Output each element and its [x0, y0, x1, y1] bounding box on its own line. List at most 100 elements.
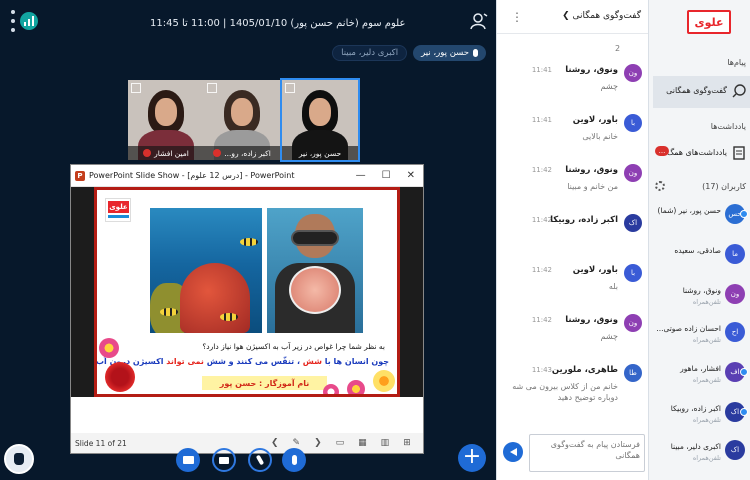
notes-icon	[733, 146, 745, 160]
user-name: افشار، ماهور	[680, 364, 721, 373]
message-author: ونوق، روشنا	[565, 165, 618, 175]
user-list-item[interactable]: اف افشار، ماهور تلفن‌همراه	[649, 358, 750, 396]
slide-question: به نظر شما چرا غواص در زیر آب به اکسیژن …	[202, 342, 385, 351]
slide: علوی به نظر شما چرا غواص در زیر آب به اک…	[94, 187, 400, 397]
action-bar: +	[0, 440, 496, 480]
actions-plus-button[interactable]: +	[458, 444, 486, 472]
sidebar-item-shared-notes[interactable]: یادداشت‌های همگ... ...	[653, 138, 750, 170]
microphone-button[interactable]	[282, 448, 306, 472]
avatar: ون	[624, 314, 642, 332]
meeting-area: علوم سوم (خانم حسن پور) 1405/01/10 | 11:…	[0, 0, 496, 480]
avatar: اک	[725, 402, 748, 422]
avatar: ما	[725, 244, 745, 264]
user-name: اکبر زاده، روبیکا	[670, 404, 721, 413]
send-button[interactable]	[503, 442, 523, 462]
message-time: 11:42	[531, 316, 552, 324]
notes-badge: ...	[655, 146, 669, 156]
avatar: اف	[725, 362, 748, 382]
chat-message: ون ونوق، روشنا 11:41 چشم	[497, 62, 648, 110]
avatar: با	[624, 114, 642, 132]
message-time: 11:41	[531, 66, 552, 74]
avatar: اک	[725, 440, 745, 460]
chat-input-row	[497, 432, 648, 480]
microphone-icon	[291, 455, 297, 465]
user-list-item[interactable]: ما صادقی، سعیده	[649, 240, 750, 278]
user-options-gear-icon[interactable]	[655, 181, 665, 191]
avatar: طا	[624, 364, 642, 382]
talking-chip-active: حسن پور، نیر	[413, 45, 486, 61]
raise-hand-button[interactable]	[4, 444, 34, 474]
flower-decoration	[105, 362, 135, 392]
chat-message: ون ونوق، روشنا 11:42 چشم	[497, 312, 648, 360]
window-titlebar[interactable]: P PowerPoint Slide Show - [درس 12 علوم] …	[71, 165, 423, 187]
video-button[interactable]	[212, 448, 236, 472]
avatar: ون	[725, 284, 745, 304]
user-settings-icon[interactable]	[470, 12, 488, 30]
user-list-item[interactable]: حس حسن پور، نیر (شما)	[649, 200, 750, 238]
user-list-item[interactable]: اک اکبری دلیر، مبینا تلفن‌همراه	[649, 436, 750, 474]
avatar: ون	[624, 64, 642, 82]
chat-title[interactable]: گفت‌وگوی همگانی ❯	[562, 11, 641, 21]
coral-reef-image	[150, 208, 262, 333]
muted-mic-icon	[143, 149, 152, 157]
send-icon	[509, 448, 517, 456]
expand-icon[interactable]	[131, 83, 141, 93]
close-icon[interactable]: ✕	[407, 170, 415, 181]
avatar: با	[624, 264, 642, 282]
top-bar: علوم سوم (خانم حسن پور) 1405/01/10 | 11:…	[0, 0, 496, 42]
message-time: 11:43	[531, 366, 552, 374]
phone-button[interactable]	[248, 448, 272, 472]
phone-icon	[255, 454, 265, 466]
webcam-label: امین افشار	[128, 146, 204, 160]
chat-input[interactable]	[529, 434, 645, 472]
user-list-item[interactable]: اک اکبر زاده، روبیکا تلفن‌همراه	[649, 398, 750, 436]
share-screen-button[interactable]	[176, 448, 200, 472]
chat-panel: ⋮ گفت‌وگوی همگانی ❯ 2 ون ونوق، روشنا 11:41…	[496, 0, 648, 480]
webcam-tile[interactable]: امین افشار	[128, 80, 204, 160]
message-text: من خانم و مبینا	[567, 182, 618, 191]
slide-teacher-name: نام آموزگار : حسن پور	[202, 376, 327, 390]
sidebar-item-public-chat[interactable]: گفت‌وگوی همگانی	[653, 76, 750, 108]
expand-icon[interactable]	[207, 83, 217, 93]
flower-decoration	[99, 338, 119, 358]
message-time: 11:42	[531, 216, 552, 224]
slide-logo: علوی	[105, 198, 131, 222]
user-device: تلفن‌همراه	[692, 416, 721, 424]
minimize-icon[interactable]: —	[356, 170, 366, 181]
connection-stats-icon[interactable]	[20, 12, 38, 30]
chat-message: ون ونوق، روشنا 11:42 من خانم و مبینا	[497, 162, 648, 210]
message-author: طاهری، ملورین	[551, 365, 618, 375]
powerpoint-icon: P	[75, 170, 85, 181]
user-device: تلفن‌همراه	[692, 454, 721, 462]
user-name: احسان زاده صوتی...	[656, 324, 721, 333]
expand-icon[interactable]	[285, 83, 295, 93]
flower-decoration	[373, 370, 395, 392]
menu-icon[interactable]	[6, 10, 20, 32]
message-author: باور، لاوین	[572, 115, 618, 125]
powerpoint-window[interactable]: P PowerPoint Slide Show - [درس 12 علوم] …	[70, 164, 424, 454]
webcam-tile[interactable]: اکبر زاده، رو...	[204, 80, 280, 160]
slide-answer: چون انسان ها با شش ، تنفّس می کنند و شش …	[96, 357, 389, 366]
user-device: تلفن‌همراه	[692, 336, 721, 344]
diver-image	[267, 208, 363, 333]
avatar: ون	[624, 164, 642, 182]
hand-icon	[14, 453, 24, 465]
maximize-icon[interactable]: ☐	[382, 170, 391, 181]
flower-decoration	[323, 384, 339, 394]
slide-viewport: علوی به نظر شما چرا غواص در زیر آب به اک…	[71, 187, 423, 397]
user-name: حسن پور، نیر (شما)	[657, 206, 721, 215]
user-list-item[interactable]: اح احسان زاده صوتی... تلفن‌همراه	[649, 318, 750, 356]
notes-heading: یادداشت‌ها	[710, 122, 746, 131]
webcam-tile[interactable]: حسن پور، نیر	[280, 78, 360, 162]
camera-icon	[219, 456, 229, 464]
message-text: چشم	[600, 332, 618, 341]
user-name: اکبری دلیر، مبینا	[670, 442, 721, 451]
chat-message: اک اکبر زاده، روبیکا 11:42	[497, 212, 648, 260]
chat-message: با باور، لاوین 11:41 خانم بالایی	[497, 112, 648, 160]
mic-icon	[473, 49, 478, 57]
user-list-item[interactable]: ون ونوق، روشنا تلفن‌همراه	[649, 280, 750, 318]
close-chat-icon[interactable]: ⋮	[511, 10, 523, 24]
webcam-label: حسن پور، نیر	[282, 146, 358, 160]
message-time: 11:42	[531, 266, 552, 274]
message-author: باور، لاوین	[572, 265, 618, 275]
